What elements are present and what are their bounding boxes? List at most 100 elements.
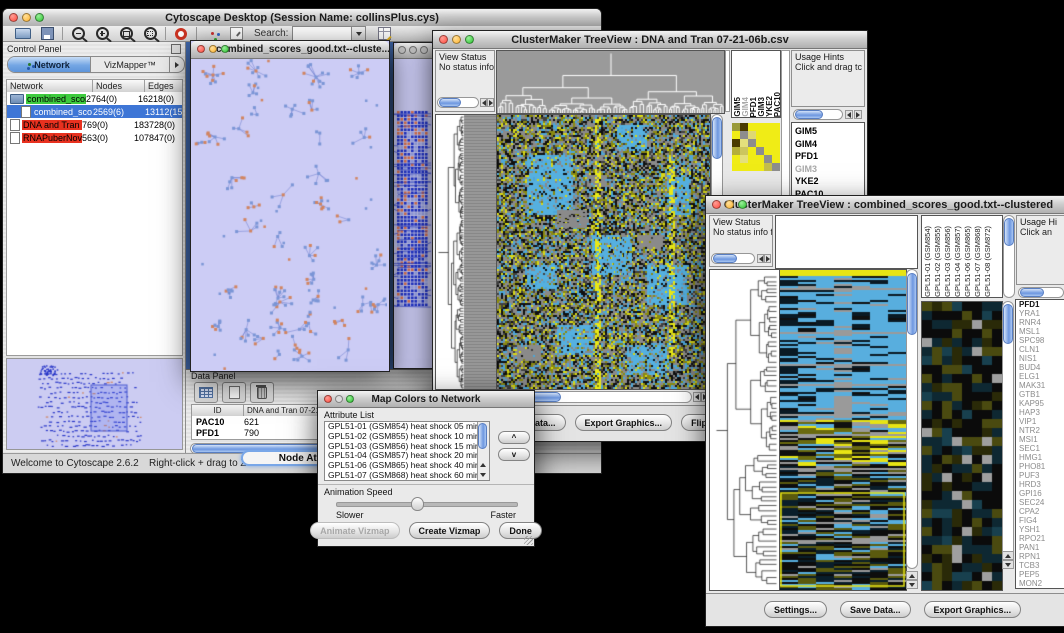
gene-label[interactable]: NTR2 <box>1016 426 1064 435</box>
network-canvas[interactable] <box>191 59 387 370</box>
dense-network-canvas[interactable] <box>394 59 432 367</box>
zoom-icon[interactable] <box>221 45 229 53</box>
detail-heatmap[interactable] <box>921 301 1003 591</box>
close-icon[interactable] <box>197 45 205 53</box>
minimize-icon[interactable] <box>409 46 417 54</box>
scroll-up-button[interactable] <box>1002 551 1014 560</box>
gene-label[interactable]: GIM3 <box>792 163 864 176</box>
window-controls[interactable] <box>439 35 474 44</box>
tab-network[interactable]: Network <box>8 57 91 72</box>
detail-vscrollbar[interactable] <box>1002 301 1014 569</box>
attribute-item[interactable]: GPL51-07 (GSM868) heat shock 60 min <box>325 471 477 481</box>
float-panel-icon[interactable] <box>171 44 181 54</box>
gene-label[interactable]: MSL1 <box>1016 327 1064 336</box>
close-icon[interactable] <box>324 395 332 403</box>
speed-slider-thumb[interactable] <box>411 497 424 511</box>
gene-label[interactable]: RPO21 <box>1016 534 1064 543</box>
action-button[interactable]: Settings... <box>764 601 827 618</box>
similarity-matrix[interactable] <box>732 123 780 171</box>
window-controls[interactable] <box>398 46 428 54</box>
row-dendrogram[interactable] <box>435 114 497 390</box>
column-dendrogram[interactable] <box>775 215 918 269</box>
scroll-down-button[interactable] <box>906 580 918 589</box>
delete-attribute-button[interactable] <box>250 382 274 403</box>
gene-label[interactable]: TCB3 <box>1016 561 1064 570</box>
dialog-button[interactable]: Create Vizmap <box>409 522 491 539</box>
gene-label[interactable]: YKE2 <box>792 175 864 188</box>
dendrogram-splitter[interactable] <box>725 50 730 112</box>
gene-label[interactable]: YRA1 <box>1016 309 1064 318</box>
action-button[interactable]: Save Data... <box>840 601 911 618</box>
gene-label[interactable]: SPC98 <box>1016 336 1064 345</box>
gene-label[interactable]: RNR4 <box>1016 318 1064 327</box>
gene-label[interactable]: PAN1 <box>1016 543 1064 552</box>
gene-label[interactable]: VIP1 <box>1016 417 1064 426</box>
minimize-icon[interactable] <box>725 200 734 209</box>
network-list-row[interactable]: combined_sco2569(6)13112(15) <box>7 105 182 118</box>
gene-label[interactable]: MAK31 <box>1016 381 1064 390</box>
zoom-out-button[interactable] <box>66 26 90 41</box>
close-icon[interactable] <box>712 200 721 209</box>
column-header-nodes[interactable]: Nodes <box>93 80 145 92</box>
create-attribute-button[interactable] <box>222 382 246 403</box>
minimize-icon[interactable] <box>335 395 343 403</box>
attribute-browser-button[interactable] <box>372 26 396 41</box>
gene-label[interactable]: PEP5 <box>1016 570 1064 579</box>
view-status-scrollbar[interactable] <box>711 253 755 264</box>
gene-label[interactable]: PHO81 <box>1016 462 1064 471</box>
global-vscrollbar[interactable] <box>906 269 918 569</box>
gene-label[interactable]: MON2 <box>1016 579 1064 588</box>
gene-label[interactable]: BUD4 <box>1016 363 1064 372</box>
usage-hints-scrollbar[interactable] <box>1018 287 1064 298</box>
move-down-button[interactable]: v <box>498 448 530 461</box>
tab-vizmapper[interactable]: VizMapper™ <box>91 57 169 72</box>
gene-list[interactable]: PFD1YRA1RNR4MSL1SPC98CLN1NIS1BUD4ELG1MAK… <box>1015 299 1064 589</box>
scroll-left-button[interactable] <box>480 98 487 107</box>
scroll-right-button[interactable] <box>764 254 771 263</box>
speed-slider-track[interactable] <box>336 502 518 507</box>
background-network-window[interactable] <box>393 42 435 369</box>
window-controls[interactable] <box>712 200 747 209</box>
gene-label[interactable]: HAP3 <box>1016 408 1064 417</box>
zoom-icon[interactable] <box>465 35 474 44</box>
scroll-up-button[interactable] <box>906 571 918 580</box>
scroll-right-button[interactable] <box>854 110 862 119</box>
gene-label[interactable]: ELG1 <box>1016 372 1064 381</box>
close-icon[interactable] <box>439 35 448 44</box>
column-dendrogram[interactable] <box>496 50 725 114</box>
global-heatmap[interactable] <box>496 114 711 390</box>
gene-label[interactable]: KAP95 <box>1016 399 1064 408</box>
gene-label[interactable]: SEC24 <box>1016 498 1064 507</box>
network-list-row[interactable]: combined_scores2764(0)16218(0) <box>7 92 182 105</box>
search-dropdown-button[interactable] <box>352 26 366 41</box>
zoom-icon[interactable] <box>346 395 354 403</box>
zoom-icon[interactable] <box>35 13 44 22</box>
dialog-button[interactable]: Animate Vizmap <box>310 522 399 539</box>
visual-styles-button[interactable] <box>200 26 224 41</box>
action-button[interactable]: Export Graphics... <box>575 414 673 431</box>
view-status-scrollbar[interactable] <box>437 97 479 108</box>
gene-label[interactable]: SEC1 <box>1016 444 1064 453</box>
global-heatmap[interactable] <box>779 269 907 591</box>
zoom-icon[interactable] <box>420 46 428 54</box>
zoom-icon[interactable] <box>738 200 747 209</box>
gene-label[interactable]: GIM5 <box>792 125 864 138</box>
row-dendrogram[interactable] <box>709 269 780 591</box>
tab-overflow-button[interactable] <box>169 57 184 72</box>
column-header-network[interactable]: Network <box>7 80 93 92</box>
gene-label[interactable]: FIG4 <box>1016 516 1064 525</box>
scroll-down-button[interactable] <box>478 470 488 479</box>
gene-label[interactable]: MSI1 <box>1016 435 1064 444</box>
scroll-left-button[interactable] <box>693 392 701 402</box>
column-header-id[interactable]: ID <box>192 405 244 416</box>
column-header-edges[interactable]: Edges <box>145 80 182 92</box>
scroll-left-button[interactable] <box>757 254 764 263</box>
action-button[interactable]: Export Graphics... <box>924 601 1022 618</box>
move-up-button[interactable]: ^ <box>498 431 530 444</box>
gene-label[interactable]: PUF3 <box>1016 471 1064 480</box>
attribute-listbox[interactable]: GPL51-01 (GSM854) heat shock 05 minGPL51… <box>324 421 490 481</box>
scroll-up-button[interactable] <box>478 460 488 469</box>
save-session-button[interactable] <box>35 26 59 41</box>
gene-label[interactable]: HMG1 <box>1016 453 1064 462</box>
open-file-button[interactable] <box>11 26 35 41</box>
